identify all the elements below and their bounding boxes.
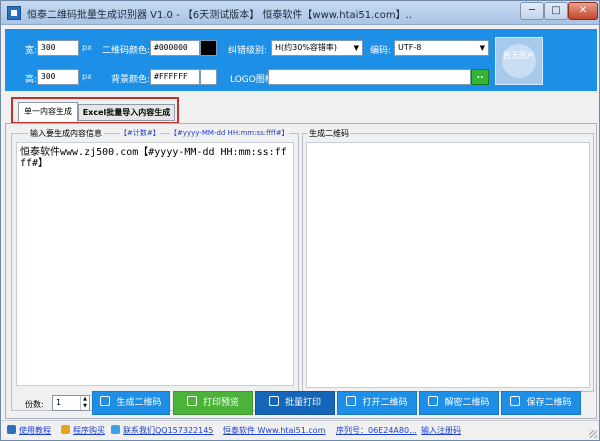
website-link[interactable]: 恒泰软件 Www.htai51.com: [223, 425, 326, 436]
output-group: 生成二维码: [302, 128, 594, 392]
insert-counter-link[interactable]: 【#计数#】: [120, 128, 160, 138]
copies-label: 份数:: [25, 400, 44, 409]
maximize-button[interactable]: □: [544, 2, 568, 20]
register-link[interactable]: 输入注册码: [421, 425, 461, 436]
chevron-down-icon: ▼: [479, 44, 485, 52]
logo-browse-button[interactable]: ..: [471, 69, 489, 85]
ecc-select[interactable]: H(约30%容错率) ▼: [271, 40, 363, 56]
app-window: 恒泰二维码批量生成识别器 V1.0 - 【6天测试版本】 恒泰软件【www.ht…: [0, 0, 600, 441]
decode-qr-button[interactable]: 解密二维码: [419, 391, 499, 415]
logo-preview: 暂无图片: [495, 37, 543, 85]
save-qr-button[interactable]: 保存二维码: [501, 391, 581, 415]
generate-qr-button[interactable]: 生成二维码: [92, 391, 170, 415]
preview-icon: [186, 396, 197, 406]
bg-color-label: 背景颜色:: [111, 75, 151, 85]
no-image-placeholder: 暂无图片: [502, 44, 536, 78]
tab-excel-batch-import[interactable]: Excel批量导入内容生成: [78, 104, 175, 121]
contact-link[interactable]: 联系我们QQ157322145: [111, 425, 213, 436]
encoding-label: 编码:: [370, 46, 392, 56]
content-textarea[interactable]: 恒泰软件www.zj500.com【#yyyy-MM-dd HH:mm:ss:f…: [16, 142, 294, 386]
encoding-select-value: UTF-8: [398, 43, 422, 52]
copies-value: 1: [56, 398, 62, 407]
minimize-button[interactable]: ─: [520, 2, 544, 20]
print-preview-button-label: 打印预览: [202, 398, 239, 408]
open-qr-button-label: 打开二维码: [362, 398, 408, 408]
qq-icon: [111, 425, 120, 434]
title-bar[interactable]: 恒泰二维码批量生成识别器 V1.0 - 【6天测试版本】 恒泰软件【www.ht…: [1, 1, 599, 25]
width-label: 宽:: [25, 46, 38, 56]
bg-color-input[interactable]: #FFFFFF: [150, 69, 200, 85]
decode-icon: [428, 396, 439, 406]
help-icon: [7, 425, 16, 434]
buy-link-label: 程序购买: [73, 426, 105, 435]
generate-qr-button-label: 生成二维码: [116, 398, 162, 408]
batch-print-button[interactable]: 批量打印: [255, 391, 335, 415]
width-unit: px: [82, 43, 92, 52]
height-unit: px: [82, 72, 92, 81]
copies-spinner[interactable]: 1 ▲ ▼: [52, 395, 90, 411]
serial-number: 序列号：06E24A80...: [336, 426, 417, 435]
tab-single-content[interactable]: 单一内容生成: [18, 102, 78, 122]
open-qr-button[interactable]: 打开二维码: [337, 391, 417, 415]
chevron-down-icon: ▼: [353, 44, 359, 52]
status-bar: 使用教程 程序购买 联系我们QQ157322145 恒泰软件 Www.htai5…: [1, 420, 599, 440]
width-input[interactable]: 300: [37, 40, 79, 56]
buy-link[interactable]: 程序购买: [61, 425, 105, 436]
tutorial-link-label: 使用教程: [19, 426, 51, 435]
tutorial-link[interactable]: 使用教程: [7, 425, 51, 436]
settings-panel: 宽: 300 px 高: 300 px 二维码颜色: #000000 背景颜色:…: [5, 29, 597, 91]
print-preview-button[interactable]: 打印预览: [173, 391, 253, 415]
qr-output-canvas: [306, 142, 590, 388]
save-qr-button-label: 保存二维码: [526, 398, 572, 408]
save-icon: [510, 396, 521, 406]
ecc-label: 纠错级别:: [228, 46, 268, 56]
height-label: 高:: [25, 75, 38, 85]
qr-color-input[interactable]: #000000: [150, 40, 200, 56]
app-icon: [7, 6, 21, 20]
encoding-select[interactable]: UTF-8 ▼: [394, 40, 489, 56]
batch-print-button-label: 批量打印: [284, 398, 321, 408]
gear-icon: [100, 396, 111, 406]
bg-color-swatch[interactable]: [200, 69, 217, 85]
printer-icon: [268, 396, 279, 406]
qr-color-label: 二维码颜色:: [102, 46, 151, 56]
tab-content-panel: 输入要生成内容信息 【#计数#】 【#yyyy-MM-dd HH:mm:ss:f…: [5, 123, 597, 419]
logo-path-input[interactable]: [268, 69, 471, 85]
tab-highlight-frame: 单一内容生成 Excel批量导入内容生成: [11, 97, 179, 124]
cart-icon: [61, 425, 70, 434]
contact-link-label: 联系我们QQ157322145: [123, 426, 214, 435]
ecc-select-value: H(约30%容错率): [275, 43, 338, 52]
close-button[interactable]: ✕: [568, 2, 598, 20]
output-group-title: 生成二维码: [307, 128, 351, 139]
decode-qr-button-label: 解密二维码: [444, 398, 490, 408]
insert-datetime-link[interactable]: 【#yyyy-MM-dd HH:mm:ss:ffff#】: [170, 128, 289, 138]
window-title: 恒泰二维码批量生成识别器 V1.0 - 【6天测试版本】 恒泰软件【www.ht…: [27, 10, 413, 21]
folder-icon: [346, 396, 357, 406]
input-group: 输入要生成内容信息 【#计数#】 【#yyyy-MM-dd HH:mm:ss:f…: [11, 128, 299, 411]
spinner-arrows-icon[interactable]: ▲ ▼: [80, 396, 89, 410]
resize-grip-icon[interactable]: [589, 430, 597, 438]
height-input[interactable]: 300: [37, 69, 79, 85]
input-group-title: 输入要生成内容信息: [28, 128, 104, 139]
qr-color-swatch[interactable]: [200, 40, 217, 56]
